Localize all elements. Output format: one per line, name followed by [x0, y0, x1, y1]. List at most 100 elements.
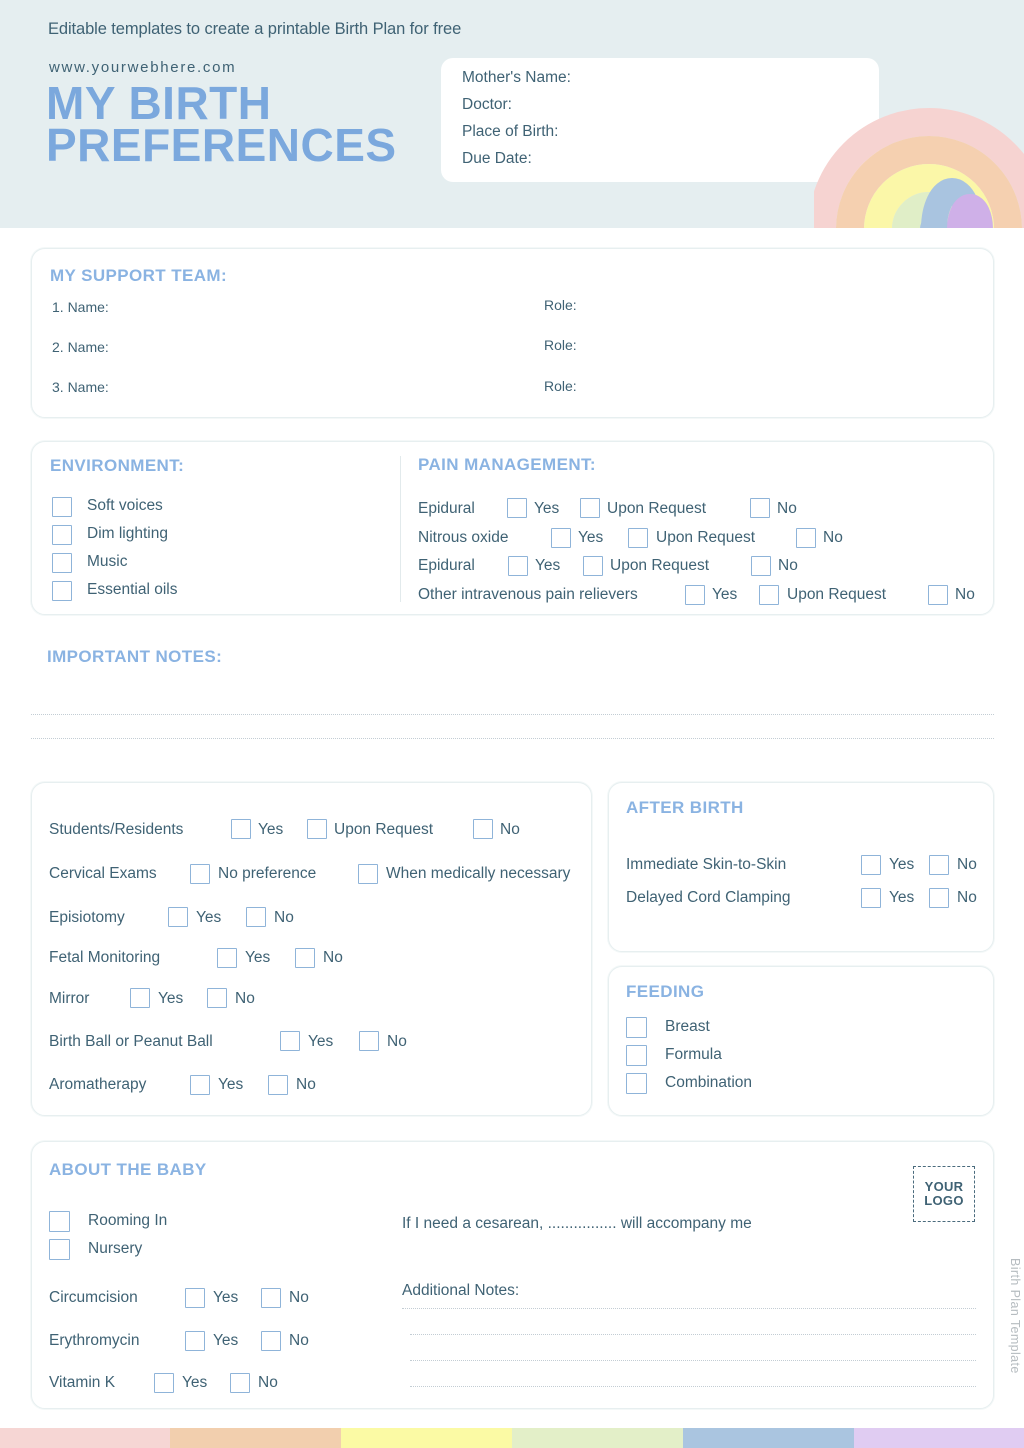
- checkbox-essential-oils[interactable]: [52, 581, 72, 601]
- footer-swatch-6: [854, 1428, 1024, 1448]
- checkbox-birth-ball-yes[interactable]: [280, 1031, 300, 1051]
- additional-notes-line-1[interactable]: [402, 1308, 976, 1309]
- checkbox-epidural-1-upon-request[interactable]: [580, 498, 600, 518]
- field-place-of-birth[interactable]: Place of Birth:: [462, 123, 559, 141]
- after-label-skin-to-skin: Immediate Skin-to-Skin: [626, 856, 787, 873]
- birth-plan-page: Editable templates to create a printable…: [0, 0, 1024, 1448]
- checkbox-mirror-no[interactable]: [207, 988, 227, 1008]
- checkbox-students-upon-request[interactable]: [307, 819, 327, 839]
- label-nitrous-yes: Yes: [578, 529, 604, 546]
- checkbox-epidural-2-no[interactable]: [751, 556, 771, 576]
- checkbox-cervical-no-preference[interactable]: [190, 864, 210, 884]
- checkbox-erythromycin-yes[interactable]: [185, 1331, 205, 1351]
- checkbox-soft-voices[interactable]: [52, 497, 72, 517]
- label-cord-clamping-yes: Yes: [889, 889, 915, 906]
- column-divider: [400, 456, 401, 602]
- label-birth-ball-yes: Yes: [308, 1033, 334, 1050]
- checkbox-erythromycin-no[interactable]: [261, 1331, 281, 1351]
- proc-label-fetal: Fetal Monitoring: [49, 949, 161, 966]
- procedures-card: Students/Residents Yes Upon Request No C…: [31, 782, 592, 1116]
- checkbox-episiotomy-no[interactable]: [246, 907, 266, 927]
- label-epidural-1-yes: Yes: [534, 500, 560, 517]
- logo-placeholder[interactable]: YOUR LOGO: [913, 1166, 975, 1222]
- checkbox-aromatherapy-yes[interactable]: [190, 1075, 210, 1095]
- important-notes-heading: IMPORTANT NOTES:: [47, 647, 223, 666]
- checkbox-other-iv-upon-request[interactable]: [759, 585, 779, 605]
- checkbox-skin-to-skin-no[interactable]: [929, 855, 949, 875]
- label-music: Music: [87, 553, 128, 570]
- checkbox-vitamin-k-no[interactable]: [230, 1373, 250, 1393]
- pain-row-label-3: Epidural: [418, 557, 475, 574]
- checkbox-students-yes[interactable]: [231, 819, 251, 839]
- label-epidural-2-upon-request: Upon Request: [610, 557, 710, 574]
- support-role-3[interactable]: Role:: [544, 378, 577, 394]
- checkbox-cord-clamping-yes[interactable]: [861, 888, 881, 908]
- checkbox-cord-clamping-no[interactable]: [929, 888, 949, 908]
- label-students-no: No: [500, 821, 520, 838]
- checkbox-fetal-no[interactable]: [295, 948, 315, 968]
- checkbox-vitamin-k-yes[interactable]: [154, 1373, 174, 1393]
- field-doctor[interactable]: Doctor:: [462, 96, 512, 114]
- checkbox-episiotomy-yes[interactable]: [168, 907, 188, 927]
- support-name-1[interactable]: 1. Name:: [52, 299, 109, 315]
- checkbox-fetal-yes[interactable]: [217, 948, 237, 968]
- checkbox-rooming-in[interactable]: [49, 1211, 70, 1232]
- label-nitrous-no: No: [823, 529, 843, 546]
- checkbox-circumcision-yes[interactable]: [185, 1288, 205, 1308]
- field-mothers-name[interactable]: Mother's Name:: [462, 69, 571, 87]
- checkbox-combination[interactable]: [626, 1073, 647, 1094]
- label-cord-clamping-no: No: [957, 889, 977, 906]
- support-role-1[interactable]: Role:: [544, 297, 577, 313]
- baby-label-circumcision: Circumcision: [49, 1289, 138, 1306]
- label-epidural-2-yes: Yes: [535, 557, 561, 574]
- support-team-heading: MY SUPPORT TEAM:: [50, 266, 228, 285]
- label-mirror-no: No: [235, 990, 255, 1007]
- checkbox-nitrous-upon-request[interactable]: [628, 528, 648, 548]
- checkbox-dim-lighting[interactable]: [52, 525, 72, 545]
- label-cervical-no-preference: No preference: [218, 865, 317, 882]
- checkbox-other-iv-no[interactable]: [928, 585, 948, 605]
- proc-label-students: Students/Residents: [49, 821, 184, 838]
- field-due-date[interactable]: Due Date:: [462, 150, 532, 168]
- checkbox-music[interactable]: [52, 553, 72, 573]
- checkbox-epidural-2-upon-request[interactable]: [583, 556, 603, 576]
- checkbox-other-iv-yes[interactable]: [685, 585, 705, 605]
- checkbox-formula[interactable]: [626, 1045, 647, 1066]
- proc-label-episiotomy: Episiotomy: [49, 909, 125, 926]
- checkbox-cervical-when-necessary[interactable]: [358, 864, 378, 884]
- important-notes-line-2[interactable]: [31, 738, 994, 739]
- label-circumcision-no: No: [289, 1289, 309, 1306]
- checkbox-epidural-1-yes[interactable]: [507, 498, 527, 518]
- important-notes-line-1[interactable]: [31, 714, 994, 715]
- label-breast: Breast: [665, 1018, 710, 1035]
- proc-label-aromatherapy: Aromatherapy: [49, 1076, 147, 1093]
- checkbox-aromatherapy-no[interactable]: [268, 1075, 288, 1095]
- label-students-upon-request: Upon Request: [334, 821, 434, 838]
- footer-swatch-1: [0, 1428, 170, 1448]
- website-url: www.yourwebhere.com: [49, 59, 237, 76]
- checkbox-nitrous-no[interactable]: [796, 528, 816, 548]
- checkbox-birth-ball-no[interactable]: [359, 1031, 379, 1051]
- checkbox-nursery[interactable]: [49, 1239, 70, 1260]
- additional-notes-line-3[interactable]: [410, 1360, 976, 1361]
- additional-notes-line-4[interactable]: [410, 1386, 976, 1387]
- support-name-3[interactable]: 3. Name:: [52, 379, 109, 395]
- support-name-2[interactable]: 2. Name:: [52, 339, 109, 355]
- checkbox-mirror-yes[interactable]: [130, 988, 150, 1008]
- checkbox-nitrous-yes[interactable]: [551, 528, 571, 548]
- checkbox-breast[interactable]: [626, 1017, 647, 1038]
- checkbox-epidural-1-no[interactable]: [750, 498, 770, 518]
- checkbox-epidural-2-yes[interactable]: [508, 556, 528, 576]
- checkbox-students-no[interactable]: [473, 819, 493, 839]
- support-role-2[interactable]: Role:: [544, 337, 577, 353]
- additional-notes-line-2[interactable]: [410, 1334, 976, 1335]
- baby-label-erythromycin: Erythromycin: [49, 1332, 140, 1349]
- checkbox-circumcision-no[interactable]: [261, 1288, 281, 1308]
- cesarean-statement[interactable]: If I need a cesarean, ................ w…: [402, 1215, 752, 1233]
- checkbox-skin-to-skin-yes[interactable]: [861, 855, 881, 875]
- label-fetal-yes: Yes: [245, 949, 271, 966]
- footer-swatch-2: [170, 1428, 341, 1448]
- label-aromatherapy-no: No: [296, 1076, 316, 1093]
- feeding-card: FEEDING Breast Formula Combination: [608, 966, 994, 1116]
- label-epidural-2-no: No: [778, 557, 798, 574]
